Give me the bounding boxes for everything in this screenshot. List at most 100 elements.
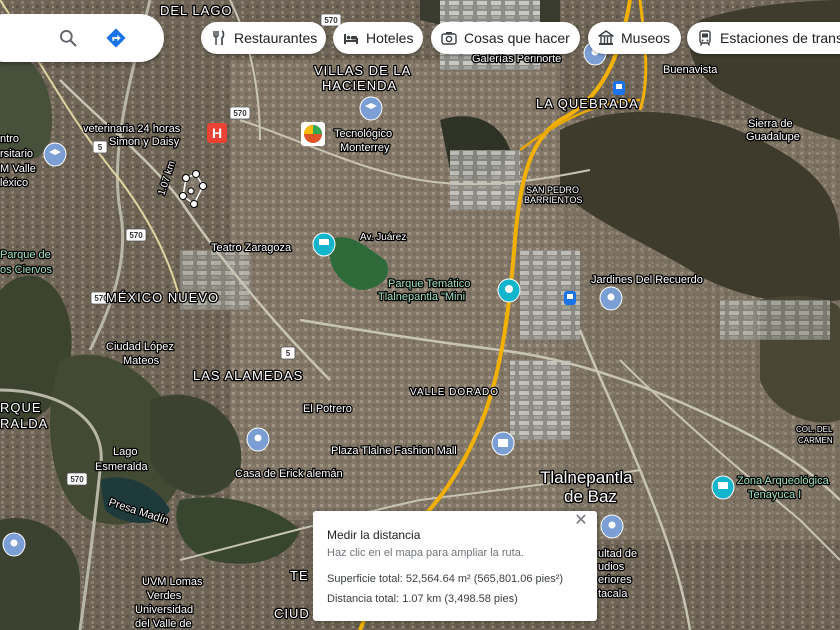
- map-label: Tecnológico: [334, 128, 392, 140]
- map-label: Galerías Perinorte: [472, 53, 561, 65]
- map-label: DEL LAGO: [160, 3, 233, 18]
- chip-things-to-do[interactable]: Cosas que hacer: [431, 22, 580, 54]
- restaurant-icon: [213, 30, 225, 45]
- map-label: Buenavista: [663, 64, 718, 76]
- map-label: Casa de Erick alemán: [235, 468, 343, 480]
- map-label: TE: [290, 568, 309, 583]
- map-label: HACIENDA: [322, 78, 397, 93]
- map-label: Parque Temático: [388, 278, 470, 290]
- map-label: VALLE DORADO: [410, 387, 499, 398]
- map-label: Plaza Tlalne Fashion Mall: [331, 445, 457, 457]
- map-label: BARRIENTOS: [524, 195, 582, 205]
- map-label: CARMEN: [798, 436, 833, 445]
- map-label: ntro: [0, 133, 19, 145]
- map-label: Verdes: [147, 590, 182, 602]
- location-pin-icon[interactable]: [599, 286, 623, 311]
- measure-title: Medir la distancia: [327, 528, 421, 542]
- map-label: Tlalnepantla: [540, 468, 633, 487]
- measure-hint: Haz clic en el mapa para ampliar la ruta…: [327, 547, 524, 559]
- museum-icon: [598, 30, 614, 45]
- camera-icon: [441, 32, 457, 45]
- map-label: Sierra de: [748, 118, 793, 130]
- road-shield: 5: [92, 140, 108, 154]
- chip-label: Restaurantes: [234, 30, 318, 46]
- school-pin-icon[interactable]: [359, 96, 383, 121]
- transit-station-icon[interactable]: [613, 81, 625, 95]
- close-icon[interactable]: ✕: [573, 513, 589, 529]
- chip-label: Estaciones de transporte: [720, 30, 840, 46]
- transit-icon: [699, 30, 711, 46]
- location-pin-icon[interactable]: [600, 514, 624, 539]
- park-pin-icon[interactable]: [497, 278, 521, 303]
- search-box[interactable]: [0, 14, 164, 62]
- total-distance: Distancia total: 1.07 km (3,498.58 pies): [327, 593, 518, 605]
- location-pin-icon[interactable]: [246, 427, 270, 452]
- map-label: MÉXICO NUEVO: [106, 290, 219, 305]
- map-label: rsitario: [0, 148, 33, 160]
- map-label: Zona Arqueológica: [737, 475, 830, 487]
- museum-pin-icon[interactable]: [711, 475, 735, 500]
- map-label: CIUD: [274, 606, 310, 621]
- map-label: Monterrey: [340, 142, 390, 154]
- map-label: VILLAS DE LA: [314, 63, 411, 78]
- map-label: COL. DEL: [796, 425, 833, 434]
- search-icon[interactable]: [58, 28, 78, 48]
- map-label: M Valle: [0, 163, 36, 175]
- road-shield: 570: [229, 106, 251, 120]
- road-shield: 570: [66, 472, 88, 486]
- map-label: Teatro Zaragoza: [211, 242, 292, 254]
- map-label: veterinaria 24 horas: [83, 123, 181, 135]
- map-label: os Ciervos: [0, 264, 52, 276]
- hospital-icon[interactable]: H: [207, 123, 227, 143]
- transit-station-icon[interactable]: [564, 291, 576, 305]
- total-area: Superficie total: 52,564.64 m² (565,801.…: [327, 573, 564, 585]
- map-label: Guadalupe: [746, 131, 800, 143]
- road-shield: 5: [280, 346, 296, 360]
- chip-label: Hoteles: [366, 30, 414, 46]
- road-shield: 570: [125, 228, 147, 242]
- road-shield: 570: [320, 13, 342, 27]
- map-label: léxico: [0, 177, 28, 189]
- map-label: RQUE: [0, 400, 42, 415]
- shopping-pin-icon[interactable]: [491, 431, 515, 456]
- directions-icon[interactable]: [105, 27, 127, 49]
- chip-hotels[interactable]: Hoteles: [333, 22, 423, 54]
- map-label: Parque de: [0, 249, 51, 261]
- svg-text:5: 5: [98, 143, 103, 152]
- museum-pin-icon[interactable]: [312, 232, 336, 257]
- map-label: LAS ALAMEDAS: [193, 368, 303, 383]
- map-label: eriores: [598, 574, 632, 586]
- map-label: Simon y Daisy: [109, 136, 180, 148]
- chip-label: Museos: [621, 30, 671, 46]
- map-label: de Baz: [564, 487, 617, 506]
- school-pin-icon[interactable]: [43, 142, 67, 167]
- svg-text:H: H: [212, 125, 222, 141]
- map-label: RALDA: [0, 416, 48, 431]
- map-label: Tenayuca I: [748, 489, 801, 501]
- svg-text:570: 570: [233, 109, 247, 118]
- map-label: Universidad: [135, 604, 193, 616]
- svg-text:5: 5: [286, 349, 291, 358]
- map-label: Av. Juárez: [360, 232, 406, 243]
- chip-museums[interactable]: Museos: [588, 22, 681, 54]
- map-label: del Valle de: [135, 618, 192, 630]
- measure-distance-panel: Medir la distancia ✕ Haz clic en el mapa…: [313, 511, 597, 621]
- map-label: Esmeralda: [95, 461, 148, 473]
- store-icon[interactable]: [301, 122, 325, 146]
- map-label: ultad de: [598, 548, 637, 560]
- map-label: SAN PEDRO: [526, 185, 579, 195]
- map-label: UVM Lomas: [142, 576, 203, 588]
- svg-text:570: 570: [324, 16, 338, 25]
- hotel-icon: [344, 34, 358, 44]
- location-pin-icon[interactable]: [2, 532, 26, 557]
- chip-transit-stations[interactable]: Estaciones de transporte: [687, 22, 840, 54]
- svg-text:570: 570: [129, 231, 143, 240]
- chip-restaurants[interactable]: Restaurantes: [201, 22, 326, 54]
- map-label: Ciudad López: [106, 341, 174, 353]
- map-label: tacala: [598, 588, 628, 600]
- map-label: El Potrero: [303, 403, 352, 415]
- svg-text:570: 570: [70, 475, 84, 484]
- map-label: Mateos: [123, 355, 160, 367]
- map-label: LA QUEBRADA: [536, 96, 639, 111]
- map-label: udios: [598, 561, 625, 573]
